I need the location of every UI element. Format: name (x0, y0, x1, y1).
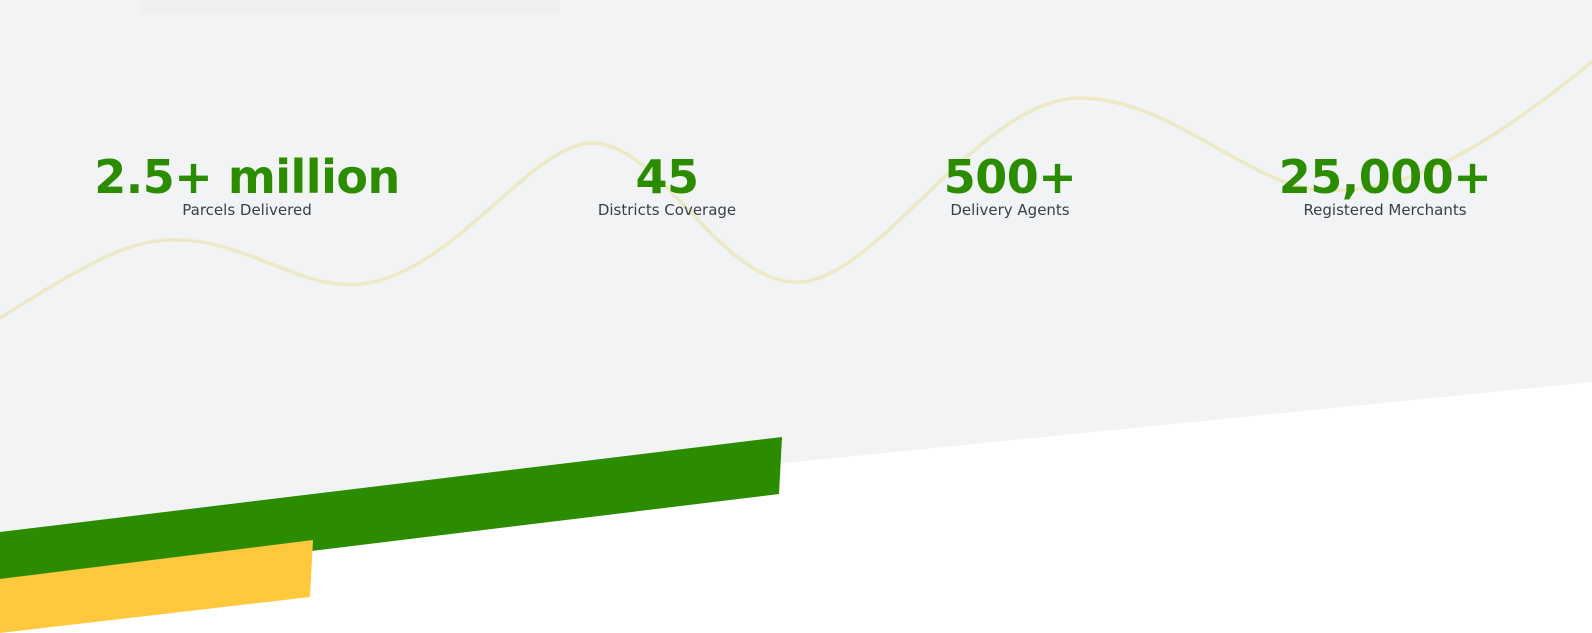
stat-label: Registered Merchants (1303, 201, 1467, 220)
top-shadow-strip (140, 0, 560, 14)
stats-section: 2.5+ million Parcels Delivered 45 Distri… (0, 0, 1592, 633)
stats-row: 2.5+ million Parcels Delivered 45 Distri… (0, 150, 1592, 240)
stat-registered-merchants: 25,000+ Registered Merchants (1205, 150, 1565, 218)
decorative-background (0, 0, 1592, 633)
stat-label: Districts Coverage (597, 201, 737, 220)
stat-value: 25,000+ (1278, 150, 1492, 204)
stat-label: Delivery Agents (950, 201, 1070, 220)
stat-districts-coverage: 45 Districts Coverage (487, 150, 847, 218)
stat-value: 500+ (943, 150, 1077, 204)
stat-value: 2.5+ million (94, 150, 400, 204)
stat-value: 45 (635, 150, 699, 204)
stat-delivery-agents: 500+ Delivery Agents (830, 150, 1190, 218)
stat-parcels-delivered: 2.5+ million Parcels Delivered (67, 150, 427, 218)
section-background-shape (0, 0, 1592, 542)
